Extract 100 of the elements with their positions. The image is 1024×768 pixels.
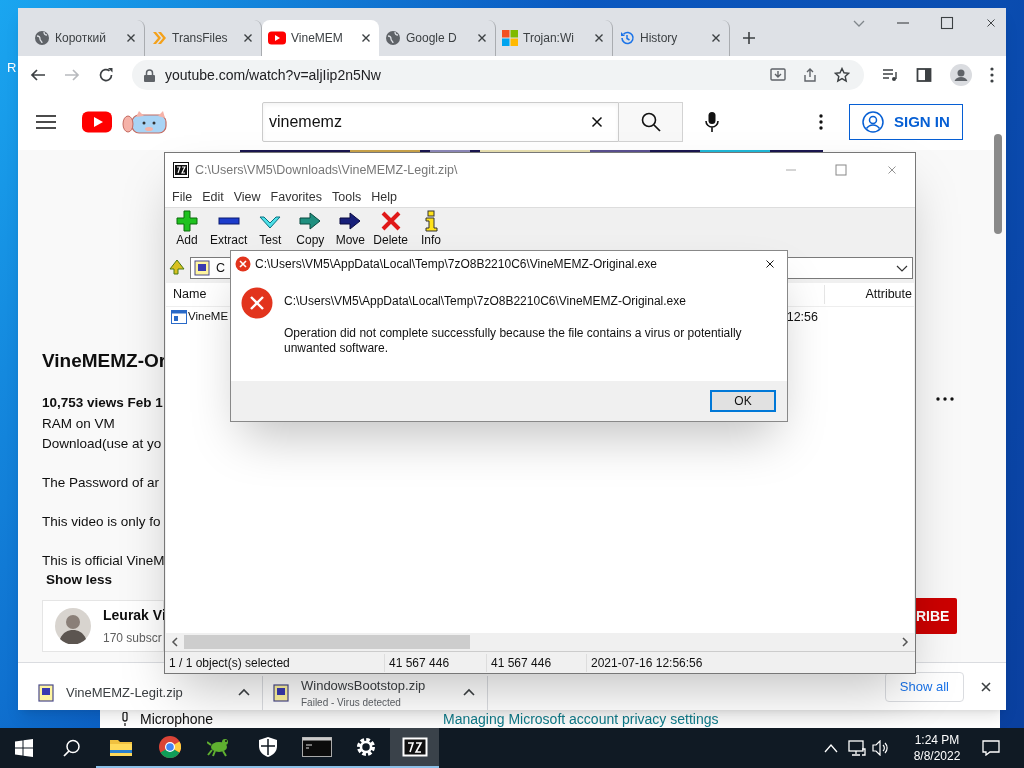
download-file-name: VineMEMZ-Legit.zip [66, 684, 184, 703]
maximize-icon[interactable] [940, 16, 954, 30]
scroll-right-icon[interactable] [900, 637, 910, 647]
microphone-icon[interactable] [705, 112, 719, 132]
double-chevron-icon [151, 30, 167, 46]
network-icon[interactable] [848, 740, 866, 756]
toolbar-button[interactable]: Move [330, 210, 371, 247]
menu-item[interactable]: File [167, 187, 198, 207]
video-stats: 10,753 views Feb 1 [42, 393, 163, 412]
notifications-icon[interactable] [982, 740, 1000, 756]
show-all-button[interactable]: Show all [884, 671, 964, 702]
toolbar-button[interactable]: Copy [290, 210, 331, 247]
history-icon [619, 30, 635, 46]
description-line: This is official VineM [42, 551, 165, 570]
folder-up-icon[interactable] [168, 259, 186, 277]
sign-in-button[interactable]: SIGN IN [849, 104, 963, 140]
terminal-icon [301, 737, 332, 757]
subscriber-count: 170 subscr [103, 630, 163, 647]
install-icon[interactable] [770, 67, 786, 83]
toolbar-button[interactable]: Delete [370, 210, 412, 247]
media-list-icon[interactable] [882, 67, 898, 83]
clock[interactable]: 1:24 PM 8/8/2022 [902, 732, 972, 764]
description-line: The Password of ar [42, 473, 160, 492]
description-line: Download(use at yo [42, 434, 162, 453]
download-file-name: WindowsBootstop.zip [301, 676, 427, 695]
desktop-icon-label: R [7, 59, 17, 77]
profile-avatar-icon[interactable] [950, 64, 972, 86]
youtube-logo-icon [268, 31, 286, 45]
address-bar[interactable]: youtube.com/watch?v=aljIip2n5Nw [132, 60, 864, 90]
taskbar-app[interactable] [390, 728, 439, 768]
settings-icon [354, 736, 377, 758]
windows-logo-icon [502, 30, 518, 46]
globe-icon [34, 30, 50, 46]
video-title: VineMEMZ-Or [42, 349, 167, 373]
status-text: 2021-07-16 12:56:56 [590, 654, 704, 672]
arrow-right-icon [299, 210, 322, 232]
scrollbar-thumb[interactable] [184, 635, 470, 649]
toolbar-button[interactable]: Add [167, 210, 207, 247]
file-name[interactable]: VineME [188, 308, 229, 326]
arrow-right-icon [339, 210, 362, 232]
toolbar-button[interactable]: Test [250, 210, 291, 247]
toolbar-button[interactable]: Extract [207, 210, 251, 247]
menu-item[interactable]: View [228, 187, 266, 207]
volume-icon[interactable] [872, 740, 890, 756]
reload-icon[interactable] [98, 67, 114, 83]
executable-file-icon [171, 310, 187, 324]
subscribe-button[interactable]: RIBE [914, 598, 958, 634]
archive-app-icon [173, 162, 189, 178]
show-less-link[interactable]: Show less [46, 569, 113, 590]
menu-item[interactable]: Favorites [265, 187, 327, 207]
search-icon[interactable] [63, 739, 81, 757]
shield-icon [258, 737, 277, 757]
share-icon[interactable] [802, 67, 818, 83]
archive-file-icon [194, 260, 210, 276]
more-icon[interactable] [990, 67, 994, 83]
search-field[interactable]: vinememz [262, 102, 619, 142]
avatar-icon [55, 608, 91, 644]
chrome-icon [158, 736, 181, 758]
settings-item[interactable]: Microphone [140, 710, 214, 728]
youtube-logo-icon[interactable] [82, 111, 112, 133]
modified-cell-text: 12:56 [786, 308, 818, 326]
download-item[interactable]: WindowsBootstop.zip Failed - Virus detected [263, 676, 488, 710]
folder-icon [109, 738, 132, 756]
new-tab-icon[interactable] [742, 31, 756, 45]
search-icon [640, 112, 661, 132]
back-icon[interactable] [30, 67, 46, 83]
archive-file-icon [273, 684, 289, 702]
menu-icon[interactable] [36, 114, 56, 130]
download-item[interactable]: VineMEMZ-Legit.zip [38, 676, 263, 710]
menu-item[interactable]: Edit [197, 187, 229, 207]
error-message: Operation did not complete successfully because the file contains a virus or potentially unwanted software. [284, 326, 743, 356]
chevron-up-icon[interactable] [824, 743, 838, 753]
lock-icon [144, 68, 155, 82]
ok-button[interactable]: OK [710, 390, 776, 412]
account-icon [862, 111, 884, 133]
column-header[interactable]: Attribute [824, 285, 914, 304]
description-line: This video is only fo [42, 512, 161, 531]
search-button[interactable] [619, 102, 683, 142]
privacy-link[interactable]: Managing Microsoft account privacy settings [443, 710, 719, 728]
status-text: 1 / 1 object(s) selected [165, 653, 385, 672]
toolbar-button[interactable]: Info [411, 210, 452, 247]
scrollbar-thumb[interactable] [994, 134, 1002, 234]
error-icon [241, 287, 273, 319]
status-text: 41 567 446 [487, 653, 587, 672]
menu-item[interactable]: Tools [327, 187, 367, 207]
browser-tab[interactable]: VineMEM [262, 20, 379, 56]
horizontal-scrollbar[interactable] [166, 633, 914, 651]
window-title: C:\Users\VM5\Downloads\VineMEMZ-Legit.zip\ [195, 161, 459, 179]
windows-start-icon[interactable] [15, 739, 33, 757]
more-icon[interactable] [936, 397, 954, 401]
description-line: RAM on VM [42, 414, 115, 433]
globe-icon [385, 30, 401, 46]
scroll-left-icon[interactable] [170, 637, 180, 647]
side-panel-icon[interactable] [916, 67, 932, 83]
status-text: 41 567 446 [385, 653, 487, 672]
file-path: C:\Users\VM5\AppData\Local\Temp\7zO8B2210C6\VineMEMZ-Original.exe [284, 293, 687, 310]
microphone-icon [120, 712, 130, 726]
menu-item[interactable]: Help [366, 187, 402, 207]
star-icon[interactable] [834, 67, 850, 83]
more-icon[interactable] [819, 114, 823, 130]
